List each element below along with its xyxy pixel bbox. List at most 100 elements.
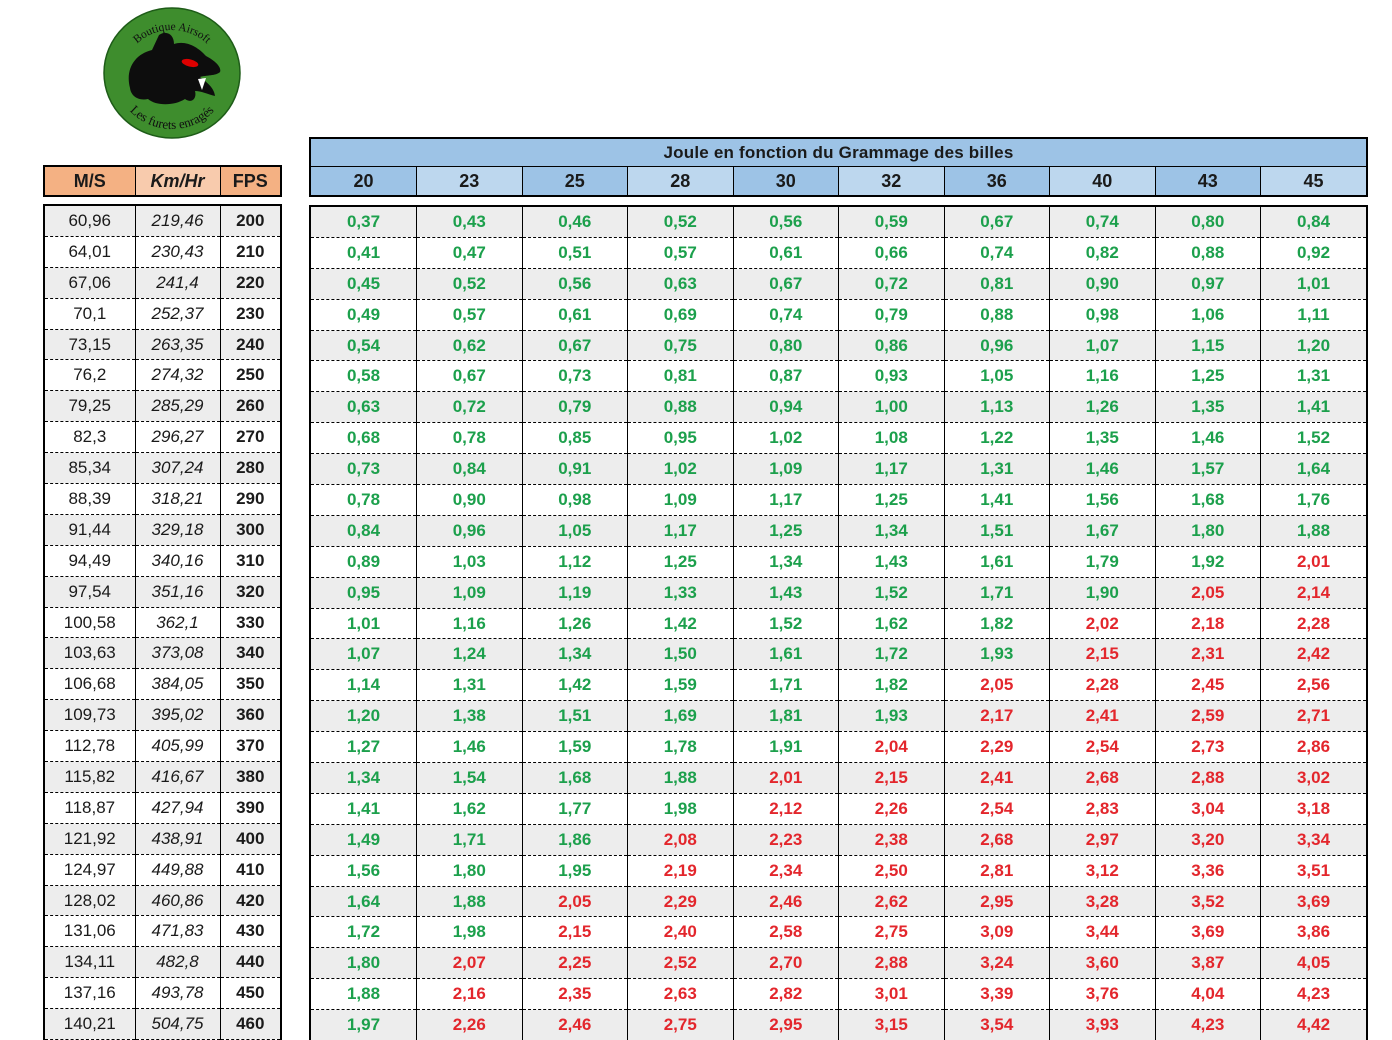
joule-value-420fps-45g: 3,69: [1260, 886, 1366, 918]
speed-row-fps-320: 97,54 351,16 320: [45, 576, 280, 608]
joule-value-460fps-30g: 2,95: [732, 1009, 839, 1040]
joule-row-fps-430: 1,72 1,98 2,15 2,40 2,58 2,75 3,09 3,44 3,69 3,86: [311, 916, 1366, 949]
joule-value-250fps-43g: 1,25: [1154, 360, 1261, 393]
joule-value-350fps-25g: 1,42: [521, 669, 628, 702]
joule-value-220fps-23g: 0,52: [416, 268, 522, 300]
kmh-value: 405,99: [134, 730, 220, 763]
joule-value-340fps-28g: 1,50: [627, 638, 733, 671]
joule-value-200fps-32g: 0,59: [838, 207, 944, 238]
ms-value: 85,34: [45, 452, 135, 485]
kmh-value: 449,88: [134, 854, 220, 886]
joule-value-320fps-28g: 1,33: [627, 577, 733, 609]
joule-value-220fps-36g: 0,81: [943, 268, 1050, 300]
kmh-value: 351,16: [134, 576, 220, 608]
joule-value-230fps-25g: 0,61: [521, 299, 628, 331]
joule-value-300fps-23g: 0,96: [416, 515, 522, 547]
joule-value-250fps-25g: 0,73: [521, 360, 628, 393]
joule-value-240fps-40g: 1,07: [1049, 330, 1155, 362]
speed-row-fps-370: 112,78 405,99 370: [45, 730, 280, 763]
joule-value-290fps-25g: 0,98: [521, 484, 628, 516]
joule-value-230fps-28g: 0,69: [627, 299, 733, 331]
fps-value: 300: [219, 514, 280, 546]
joule-value-430fps-40g: 3,44: [1049, 916, 1155, 949]
speed-row-fps-270: 82,3 296,27 270: [45, 421, 280, 454]
joule-value-240fps-43g: 1,15: [1154, 330, 1261, 362]
joule-value-400fps-45g: 3,34: [1260, 824, 1366, 856]
kmh-value: 504,75: [134, 1008, 220, 1040]
joule-value-370fps-20g: 1,27: [311, 731, 417, 764]
speed-row-fps-410: 124,97 449,88 410: [45, 854, 280, 886]
table-title: Joule en fonction du Grammage des billes: [311, 139, 1366, 167]
joule-value-350fps-28g: 1,59: [627, 669, 733, 702]
joule-row-fps-280: 0,73 0,84 0,91 1,02 1,09 1,17 1,31 1,46 1,57 1,64: [311, 453, 1366, 486]
joule-value-200fps-45g: 0,84: [1260, 207, 1366, 238]
joule-value-450fps-45g: 4,23: [1260, 978, 1366, 1011]
ms-value: 140,21: [45, 1008, 135, 1040]
joule-value-300fps-32g: 1,34: [838, 515, 944, 547]
joule-row-fps-240: 0,54 0,62 0,67 0,75 0,80 0,86 0,96 1,07 1,15 1,20: [311, 330, 1366, 362]
joule-value-300fps-36g: 1,51: [943, 515, 1050, 547]
joule-value-450fps-30g: 2,82: [732, 978, 839, 1011]
joule-value-310fps-43g: 1,92: [1154, 546, 1261, 578]
joule-value-220fps-45g: 1,01: [1260, 268, 1366, 300]
joule-value-250fps-30g: 0,87: [732, 360, 839, 393]
joule-value-390fps-32g: 2,26: [838, 793, 944, 825]
joule-value-200fps-20g: 0,37: [311, 207, 417, 238]
joule-value-240fps-36g: 0,96: [943, 330, 1050, 362]
joule-value-350fps-23g: 1,31: [416, 669, 522, 702]
joule-value-380fps-30g: 2,01: [732, 762, 839, 794]
joule-value-390fps-23g: 1,62: [416, 793, 522, 825]
speed-header-table: M/S Km/Hr FPS: [45, 167, 280, 195]
joule-value-450fps-25g: 2,35: [521, 978, 628, 1011]
joule-value-320fps-43g: 2,05: [1154, 577, 1261, 609]
joule-value-410fps-23g: 1,80: [416, 855, 522, 887]
joule-value-330fps-45g: 2,28: [1260, 608, 1366, 640]
speed-row-fps-300: 91,44 329,18 300: [45, 514, 280, 546]
speed-row-fps-210: 64,01 230,43 210: [45, 236, 280, 268]
kmh-value: 318,21: [134, 483, 220, 515]
speed-row-fps-330: 100,58 362,1 330: [45, 607, 280, 639]
joule-row-fps-250: 0,58 0,67 0,73 0,81 0,87 0,93 1,05 1,16 1,25 1,31: [311, 360, 1366, 393]
ms-value: 137,16: [45, 977, 135, 1010]
fps-header: FPS: [219, 167, 280, 195]
joule-value-460fps-28g: 2,75: [627, 1009, 733, 1040]
joule-value-430fps-45g: 3,86: [1260, 916, 1366, 949]
ms-value: 91,44: [45, 514, 135, 546]
joule-value-300fps-43g: 1,80: [1154, 515, 1261, 547]
joule-value-360fps-23g: 1,38: [416, 700, 522, 733]
ms-value: 100,58: [45, 607, 135, 639]
joule-value-400fps-25g: 1,86: [521, 824, 628, 856]
fps-value: 460: [219, 1008, 280, 1040]
joule-value-210fps-43g: 0,88: [1154, 237, 1261, 269]
kmh-value: 395,02: [134, 699, 220, 732]
joule-value-330fps-20g: 1,01: [311, 608, 417, 640]
joule-value-260fps-32g: 1,00: [838, 391, 944, 424]
fps-value: 440: [219, 946, 280, 979]
kmh-value: 438,91: [134, 823, 220, 855]
joule-value-320fps-20g: 0,95: [311, 577, 417, 609]
joule-value-220fps-40g: 0,90: [1049, 268, 1155, 300]
joule-value-420fps-28g: 2,29: [627, 886, 733, 918]
joule-value-450fps-36g: 3,39: [943, 978, 1050, 1011]
joule-value-290fps-20g: 0,78: [311, 484, 417, 516]
joule-row-fps-440: 1,80 2,07 2,25 2,52 2,70 2,88 3,24 3,60 3,87 4,05: [311, 947, 1366, 980]
joule-value-360fps-32g: 1,93: [838, 700, 944, 733]
fps-value: 370: [219, 730, 280, 763]
joule-value-450fps-20g: 1,88: [311, 978, 417, 1011]
ms-value: 70,1: [45, 298, 135, 330]
ms-value: 106,68: [45, 668, 135, 701]
joule-values-box: 0,37 0,43 0,46 0,52 0,56 0,59 0,67 0,74 0,80 0,84…: [309, 205, 1368, 1040]
joule-value-410fps-32g: 2,50: [838, 855, 944, 887]
joule-value-280fps-32g: 1,17: [838, 453, 944, 486]
grammage-header-row: 20 23 25 28 30 32 36 40 43 45: [311, 166, 1366, 195]
joule-value-370fps-43g: 2,73: [1154, 731, 1261, 764]
joule-value-270fps-20g: 0,68: [311, 422, 417, 455]
joule-value-430fps-43g: 3,69: [1154, 916, 1261, 949]
kmh-value: 373,08: [134, 637, 220, 670]
joule-value-420fps-20g: 1,64: [311, 886, 417, 918]
joule-value-220fps-20g: 0,45: [311, 268, 417, 300]
joule-value-250fps-40g: 1,16: [1049, 360, 1155, 393]
joule-value-360fps-20g: 1,20: [311, 700, 417, 733]
joule-value-210fps-20g: 0,41: [311, 237, 417, 269]
joule-value-210fps-30g: 0,61: [732, 237, 839, 269]
